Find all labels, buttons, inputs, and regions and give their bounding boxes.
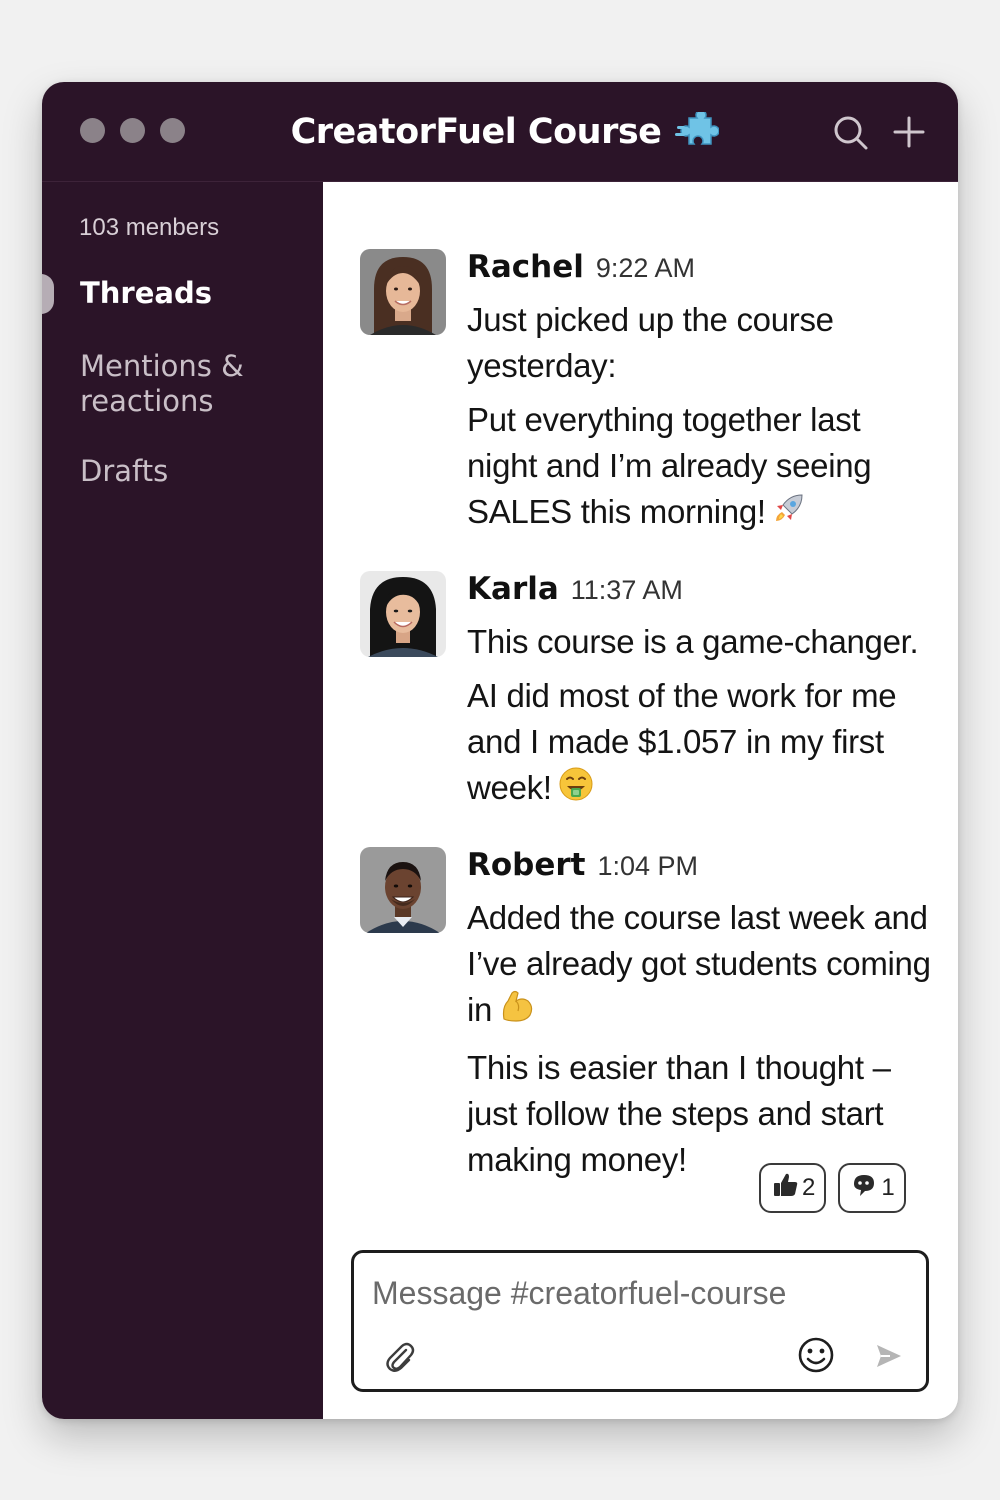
flexed-biceps-icon [498,987,536,1037]
message-header: Karla 11:37 AM [467,571,683,607]
message-text-content: AI did most of the work for me and I mad… [467,677,897,806]
avatar-rachel[interactable] [360,249,446,335]
message-header: Rachel 9:22 AM [467,249,695,285]
title-bar: CreatorFuel Course [42,82,958,182]
message-body: Just picked up the course yesterday: Put… [467,297,937,545]
puzzle-piece-icon [675,108,721,157]
reactions-bar: 2 1 [759,1163,906,1213]
timestamp[interactable]: 1:04 PM [598,851,699,881]
title-area: CreatorFuel Course [42,82,958,182]
send-icon[interactable] [874,1341,904,1376]
active-indicator [42,274,54,314]
message-text-content: Put everything together last night and I… [467,401,872,530]
message-text: Added the course last week and I’ve alre… [467,895,937,1037]
message-pane: Rachel 9:22 AM Just picked up the course … [323,182,958,1419]
sidebar-item-threads[interactable]: Threads [80,276,212,311]
reaction-count: 1 [881,1174,895,1201]
channel-title: CreatorFuel Course [290,112,662,152]
avatar-karla[interactable] [360,571,446,657]
message-text-content: Added the course last week and I’ve alre… [467,899,931,1028]
message-composer [351,1250,929,1392]
timestamp[interactable]: 9:22 AM [596,253,695,283]
timestamp[interactable]: 11:37 AM [571,575,683,605]
message-text: This course is a game-changer. [467,623,919,660]
money-mouth-face-icon [558,766,594,814]
reaction-other[interactable]: 1 [838,1163,906,1213]
message-body: This course is a game-changer. AI did mo… [467,619,937,822]
author-name[interactable]: Robert [467,847,586,883]
message-input[interactable] [372,1271,892,1315]
author-name[interactable]: Karla [467,571,559,607]
search-icon[interactable] [832,114,870,157]
rocket-icon [772,491,806,537]
message-body: Added the course last week and I’ve alre… [467,895,937,1191]
sidebar: 103 menbers Threads Mentions & reactions… [42,182,323,1419]
thumbs-up-icon [771,1171,802,1206]
message-text: AI did most of the work for me and I mad… [467,673,937,814]
avatar-robert[interactable] [360,847,446,933]
reaction-icon [850,1171,881,1206]
message-text: Put everything together last night and I… [467,397,937,537]
smiley-icon[interactable] [797,1336,835,1379]
app-window: CreatorFuel Course 103 menbers Threads M… [42,82,958,1419]
author-name[interactable]: Rachel [467,249,584,285]
message-header: Robert 1:04 PM [467,847,698,883]
sidebar-item-drafts[interactable]: Drafts [80,454,168,489]
reaction-thumbs-up[interactable]: 2 [759,1163,827,1213]
reaction-count: 2 [802,1174,816,1201]
members-count: 103 menbers [79,214,220,241]
plus-icon[interactable] [892,115,926,154]
message-text: Just picked up the course yesterday: [467,301,834,384]
sidebar-item-mentions-reactions[interactable]: Mentions & reactions [80,349,280,419]
paperclip-icon[interactable] [384,1341,416,1380]
